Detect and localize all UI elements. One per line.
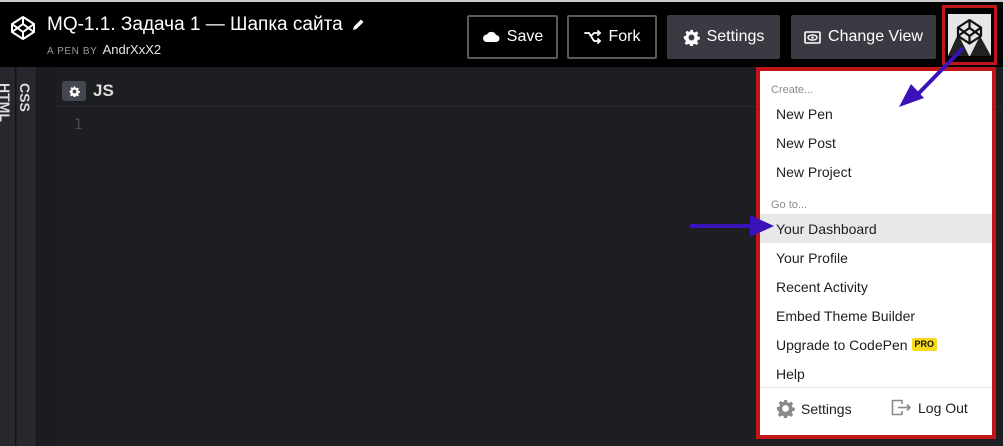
menu-item-help[interactable]: Help bbox=[760, 359, 992, 388]
codepen-logo-icon[interactable] bbox=[10, 15, 36, 41]
html-panel-collapsed[interactable] bbox=[0, 67, 16, 446]
change-view-button[interactable]: Change View bbox=[791, 15, 936, 59]
author-link[interactable]: AndrXxX2 bbox=[103, 42, 162, 57]
menu-logout-label: Log Out bbox=[918, 399, 968, 416]
menu-item-embed-theme-builder[interactable]: Embed Theme Builder bbox=[760, 301, 992, 330]
menu-settings-link[interactable]: Settings bbox=[776, 399, 852, 418]
user-menu-toggle[interactable] bbox=[942, 5, 997, 65]
menu-item-new-pen[interactable]: New Pen bbox=[760, 99, 992, 128]
logout-icon bbox=[891, 399, 911, 416]
byline-prefix: A PEN BY bbox=[47, 46, 98, 57]
menu-section-goto: Go to... bbox=[771, 199, 808, 211]
css-panel-collapsed[interactable] bbox=[17, 67, 37, 446]
panel-resizer[interactable] bbox=[38, 67, 56, 446]
menu-item-recent-activity[interactable]: Recent Activity bbox=[760, 272, 992, 301]
menu-item-your-profile[interactable]: Your Profile bbox=[760, 243, 992, 272]
menu-item-upgrade[interactable]: Upgrade to CodePen PRO bbox=[760, 330, 992, 359]
pen-title[interactable]: MQ-1.1. Задача 1 — Шапка сайта bbox=[47, 14, 364, 36]
change-view-label: Change View bbox=[828, 28, 923, 45]
pencil-icon[interactable] bbox=[351, 18, 365, 32]
user-dropdown-menu: Create... New Pen New Post New Project G… bbox=[756, 67, 996, 439]
avatar[interactable] bbox=[948, 14, 991, 56]
js-settings-button[interactable] bbox=[62, 81, 86, 101]
menu-body: Create... New Pen New Post New Project G… bbox=[760, 71, 992, 435]
cloud-icon bbox=[482, 31, 500, 42]
fork-label: Fork bbox=[608, 28, 641, 45]
pen-byline: A PEN BY AndrXxX2 bbox=[47, 42, 161, 57]
save-label: Save bbox=[506, 28, 544, 45]
menu-section-create: Create... bbox=[771, 84, 814, 96]
save-button[interactable]: Save bbox=[467, 15, 558, 59]
gear-icon bbox=[683, 29, 700, 46]
menu-settings-label: Settings bbox=[801, 400, 852, 417]
pen-title-text: MQ-1.1. Задача 1 — Шапка сайта bbox=[47, 14, 343, 35]
settings-label: Settings bbox=[706, 28, 765, 45]
menu-item-new-post[interactable]: New Post bbox=[760, 128, 992, 157]
line-number: 1 bbox=[74, 117, 83, 133]
fork-button[interactable]: Fork bbox=[567, 15, 657, 59]
menu-divider bbox=[760, 387, 992, 388]
menu-item-new-project[interactable]: New Project bbox=[760, 157, 992, 186]
css-panel-label[interactable]: CSS bbox=[17, 83, 33, 112]
codepen-logo-icon bbox=[948, 18, 991, 56]
js-panel-title: JS bbox=[93, 81, 114, 100]
fork-icon bbox=[583, 30, 601, 44]
gear-icon bbox=[69, 86, 80, 97]
menu-logout-link[interactable]: Log Out bbox=[891, 399, 968, 416]
editor-header: MQ-1.1. Задача 1 — Шапка сайта A PEN BY … bbox=[0, 0, 1003, 67]
settings-button[interactable]: Settings bbox=[667, 15, 780, 59]
menu-item-your-dashboard[interactable]: Your Dashboard bbox=[760, 214, 992, 243]
pro-badge: PRO bbox=[911, 338, 938, 351]
upgrade-label: Upgrade to CodePen bbox=[776, 336, 908, 353]
eye-icon bbox=[804, 30, 821, 44]
html-panel-label[interactable]: HTML bbox=[0, 83, 13, 122]
gear-icon bbox=[776, 399, 795, 418]
